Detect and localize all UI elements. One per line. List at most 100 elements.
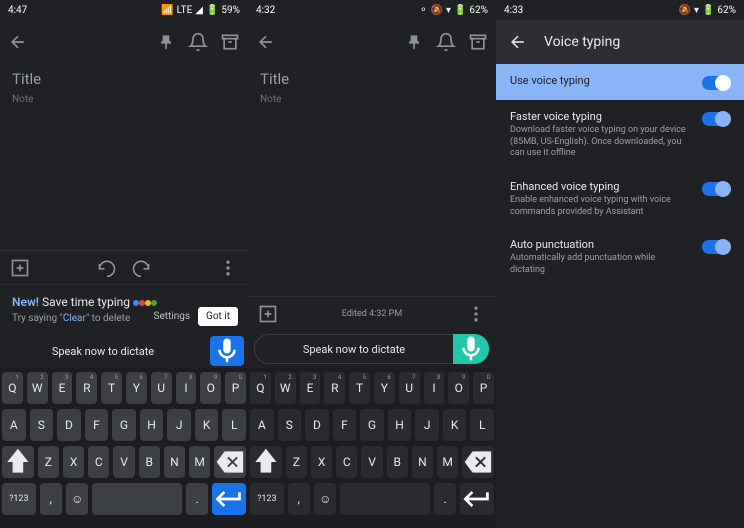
mic-button[interactable] (210, 336, 244, 366)
key-n[interactable]: N (412, 446, 433, 478)
key-s[interactable]: S (30, 409, 54, 441)
key-y[interactable]: Y6 (374, 372, 395, 404)
key-i[interactable]: I8 (176, 372, 197, 404)
key-e[interactable]: E3 (52, 372, 73, 404)
key-n[interactable]: N (164, 446, 185, 478)
enter-key[interactable] (212, 483, 246, 515)
toggle-switch[interactable] (702, 182, 730, 196)
key-r[interactable]: R4 (76, 372, 97, 404)
key-g[interactable]: G (360, 409, 384, 441)
setting-faster-voice-typing[interactable]: Faster voice typing Download faster voic… (496, 100, 744, 170)
key-q[interactable]: Q1 (2, 372, 23, 404)
key-s[interactable]: S (278, 409, 302, 441)
key-k[interactable]: K (443, 409, 467, 441)
key-t[interactable]: T5 (349, 372, 370, 404)
key-b[interactable]: B (387, 446, 408, 478)
key-o[interactable]: O9 (448, 372, 469, 404)
reminder-icon[interactable] (436, 32, 456, 52)
backspace-key[interactable] (462, 446, 494, 478)
comma-key[interactable]: , (288, 483, 310, 515)
key-i[interactable]: I8 (424, 372, 445, 404)
key-m[interactable]: M (189, 446, 210, 478)
key-a[interactable]: A (250, 409, 274, 441)
note-editor[interactable]: Title Note (248, 64, 496, 296)
toggle-switch[interactable] (702, 240, 730, 254)
key-z[interactable]: Z (286, 446, 307, 478)
key-f[interactable]: F (85, 409, 109, 441)
key-w[interactable]: W2 (275, 372, 296, 404)
key-v[interactable]: V (113, 446, 134, 478)
note-title[interactable]: Title (12, 70, 236, 88)
key-g[interactable]: G (112, 409, 136, 441)
redo-icon[interactable] (131, 258, 151, 278)
pin-icon[interactable] (156, 32, 176, 52)
key-d[interactable]: D (305, 409, 329, 441)
key-c[interactable]: C (88, 446, 109, 478)
key-y[interactable]: Y6 (126, 372, 147, 404)
shift-key[interactable] (2, 446, 34, 478)
key-h[interactable]: H (388, 409, 412, 441)
key-h[interactable]: H (140, 409, 164, 441)
space-key[interactable] (340, 483, 430, 515)
setting-enhanced-voice-typing[interactable]: Enhanced voice typing Enable enhanced vo… (496, 170, 744, 228)
more-icon[interactable] (466, 304, 486, 324)
setting-auto-punctuation[interactable]: Auto punctuation Automatically add punct… (496, 228, 744, 286)
reminder-icon[interactable] (188, 32, 208, 52)
key-v[interactable]: V (361, 446, 382, 478)
period-key[interactable]: . (434, 483, 456, 515)
key-u[interactable]: U7 (399, 372, 420, 404)
back-icon[interactable] (8, 32, 28, 52)
key-c[interactable]: C (336, 446, 357, 478)
key-d[interactable]: D (57, 409, 81, 441)
key-k[interactable]: K (195, 409, 219, 441)
key-z[interactable]: Z (38, 446, 59, 478)
key-m[interactable]: M (437, 446, 458, 478)
emoji-key[interactable]: ☺ (314, 483, 336, 515)
toggle-switch[interactable] (702, 76, 730, 90)
back-icon[interactable] (256, 32, 276, 52)
note-body[interactable]: Note (260, 94, 484, 105)
period-key[interactable]: . (186, 483, 208, 515)
backspace-key[interactable] (214, 446, 246, 478)
symbols-key[interactable]: ?123 (250, 483, 284, 515)
key-j[interactable]: J (415, 409, 439, 441)
key-t[interactable]: T5 (101, 372, 122, 404)
key-e[interactable]: E3 (300, 372, 321, 404)
key-p[interactable]: P0 (225, 372, 246, 404)
toggle-switch[interactable] (702, 112, 730, 126)
archive-icon[interactable] (468, 32, 488, 52)
key-p[interactable]: P0 (473, 372, 494, 404)
key-j[interactable]: J (167, 409, 191, 441)
comma-key[interactable]: , (40, 483, 62, 515)
key-l[interactable]: L (470, 409, 494, 441)
note-title[interactable]: Title (260, 70, 484, 88)
key-w[interactable]: W2 (27, 372, 48, 404)
key-x[interactable]: X (311, 446, 332, 478)
setting-use-voice-typing[interactable]: Use voice typing (496, 64, 744, 100)
key-o[interactable]: O9 (200, 372, 221, 404)
back-icon[interactable] (508, 32, 528, 52)
key-f[interactable]: F (333, 409, 357, 441)
enter-key[interactable] (460, 483, 494, 515)
mic-button[interactable] (453, 334, 489, 364)
add-box-icon[interactable] (10, 258, 30, 278)
shift-key[interactable] (250, 446, 282, 478)
archive-icon[interactable] (220, 32, 240, 52)
key-l[interactable]: L (222, 409, 246, 441)
promo-gotit-button[interactable]: Got it (198, 307, 238, 326)
key-b[interactable]: B (139, 446, 160, 478)
space-key[interactable] (92, 483, 182, 515)
symbols-key[interactable]: ?123 (2, 483, 36, 515)
key-x[interactable]: X (63, 446, 84, 478)
pin-icon[interactable] (404, 32, 424, 52)
note-body[interactable]: Note (12, 94, 236, 105)
note-editor[interactable]: Title Note (0, 64, 248, 250)
undo-icon[interactable] (97, 258, 117, 278)
key-u[interactable]: U7 (151, 372, 172, 404)
emoji-key[interactable]: ☺ (66, 483, 88, 515)
key-q[interactable]: Q1 (250, 372, 271, 404)
add-box-icon[interactable] (258, 304, 278, 324)
key-r[interactable]: R4 (324, 372, 345, 404)
more-icon[interactable] (218, 258, 238, 278)
key-a[interactable]: A (2, 409, 26, 441)
